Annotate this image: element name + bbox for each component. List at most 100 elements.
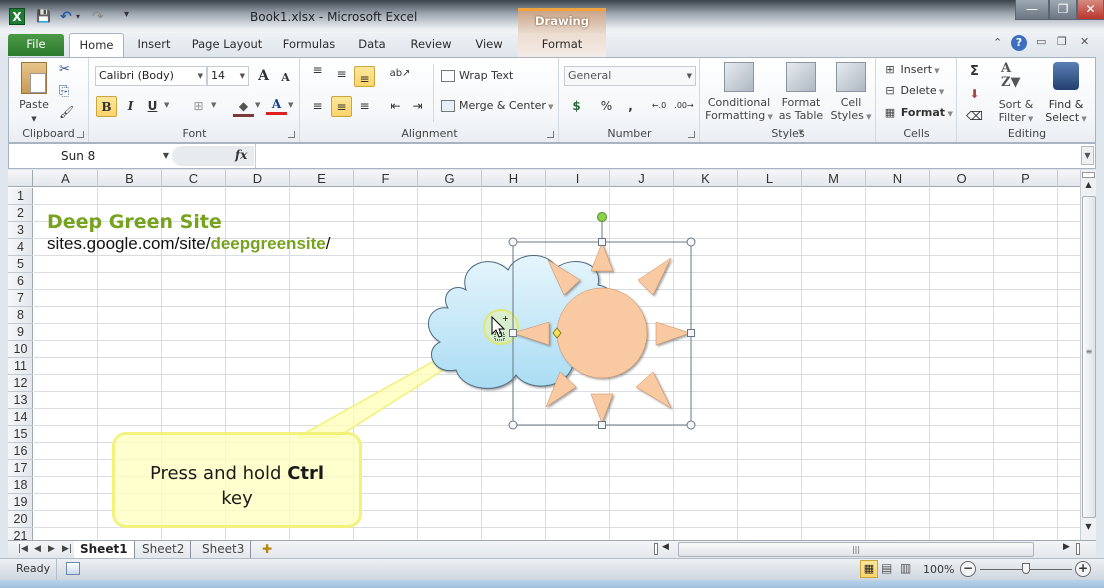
name-box[interactable]: Sun 8 ▼ xyxy=(9,144,169,168)
top-align-button[interactable]: ≡ xyxy=(307,64,328,85)
scroll-right-arrow[interactable]: ▶ xyxy=(1063,542,1070,552)
zoom-slider-thumb[interactable] xyxy=(1022,563,1030,574)
rotation-handle[interactable] xyxy=(597,212,607,222)
underline-button[interactable]: U xyxy=(142,96,163,117)
borders-button[interactable]: ⊞ xyxy=(188,96,209,117)
resize-handle-w[interactable] xyxy=(509,329,517,337)
tab-review[interactable]: Review xyxy=(404,33,458,57)
scroll-down-arrow[interactable]: ▼ xyxy=(1082,522,1095,536)
resize-handle-nw[interactable] xyxy=(508,237,518,247)
font-color-button[interactable]: A xyxy=(266,94,287,115)
align-center-button[interactable]: ≡ xyxy=(331,96,352,117)
wrap-text-button[interactable]: Wrap Text xyxy=(441,69,513,82)
sheet-tab-sheet2[interactable]: Sheet2 xyxy=(136,541,192,558)
workbook-minimize-icon[interactable]: ▭ xyxy=(1036,35,1046,48)
vertical-scrollbar[interactable]: ▲ ≡ ▼ xyxy=(1080,170,1096,540)
middle-align-button[interactable]: ≡ xyxy=(331,64,352,85)
merge-center-button[interactable]: Merge & Center ▼ xyxy=(441,99,554,112)
font-name-select[interactable]: Calibri (Body) ▼ xyxy=(95,66,207,86)
insert-function-icon[interactable]: fx xyxy=(235,148,247,162)
paste-button[interactable]: Paste ▼ xyxy=(13,62,55,126)
tab-data[interactable]: Data xyxy=(352,33,392,57)
split-box[interactable] xyxy=(1082,172,1095,178)
cut-icon[interactable]: ✂ xyxy=(59,62,70,77)
format-cells-button[interactable]: ▦ Format ▼ xyxy=(883,106,953,119)
page-break-view-button[interactable]: ▥ xyxy=(900,561,911,575)
minimize-ribbon-icon[interactable]: ⌃ xyxy=(993,36,1002,49)
restore-button[interactable]: ❐ xyxy=(1049,0,1077,20)
undo-icon[interactable]: ↶ xyxy=(60,9,72,25)
formula-input[interactable] xyxy=(255,144,1083,168)
resize-handle-s[interactable] xyxy=(598,421,606,429)
decrease-decimal-button[interactable]: .00→ xyxy=(672,96,696,117)
save-icon[interactable]: 💾 xyxy=(36,9,51,25)
insert-sheet-button[interactable]: ✚ xyxy=(256,541,278,558)
expand-formula-bar-button[interactable]: ▼ xyxy=(1081,146,1094,165)
redo-icon[interactable]: ↷ xyxy=(92,9,104,25)
resize-handle-se[interactable] xyxy=(686,420,696,430)
number-format-select[interactable]: General ▼ xyxy=(564,66,696,86)
font-launcher-icon[interactable] xyxy=(288,131,295,138)
insert-cells-button[interactable]: ⊞ Insert ▼ xyxy=(883,63,939,76)
increase-decimal-button[interactable]: ←.0 xyxy=(648,96,670,117)
page-layout-view-button[interactable]: ▤ xyxy=(881,561,892,575)
tab-home[interactable]: Home xyxy=(69,33,124,58)
percent-style-button[interactable]: % xyxy=(596,96,617,117)
shrink-font-button[interactable]: A xyxy=(275,68,296,89)
align-left-button[interactable]: ≡ xyxy=(307,96,328,117)
sheet-tab-sheet1[interactable]: Sheet1 xyxy=(74,541,135,558)
grow-font-button[interactable]: A xyxy=(253,66,274,87)
resize-handle-n[interactable] xyxy=(598,238,606,246)
accounting-format-button[interactable]: $ xyxy=(566,96,587,117)
zoom-out-button[interactable]: − xyxy=(960,561,976,577)
hsplit-box[interactable] xyxy=(1076,543,1080,555)
format-painter-icon[interactable]: 🖌 xyxy=(59,105,74,119)
tab-format[interactable]: Format xyxy=(518,33,606,57)
normal-view-button[interactable]: ▦ xyxy=(860,560,878,578)
conditional-formatting-button[interactable]: Conditional Formatting ▼ xyxy=(705,62,773,124)
fill-button[interactable]: ⬇ xyxy=(964,84,985,105)
excel-logo-icon[interactable]: X xyxy=(9,8,25,25)
bottom-align-button[interactable]: ≡ xyxy=(354,66,375,87)
orientation-button[interactable]: ab↗ xyxy=(385,64,415,85)
macro-record-icon[interactable] xyxy=(66,562,80,575)
scroll-left-arrow[interactable]: ◀ xyxy=(662,542,669,552)
zoom-in-button[interactable]: + xyxy=(1075,561,1091,577)
resize-handle-ne[interactable] xyxy=(686,237,696,247)
tab-insert[interactable]: Insert xyxy=(132,33,176,57)
vertical-scroll-thumb[interactable]: ≡ xyxy=(1082,196,1096,518)
increase-indent-button[interactable]: ⇥ xyxy=(407,96,428,117)
number-launcher-icon[interactable] xyxy=(688,131,695,138)
align-right-button[interactable]: ≡ xyxy=(354,96,375,117)
close-button[interactable]: ✕ xyxy=(1077,0,1104,20)
tab-formulas[interactable]: Formulas xyxy=(278,33,340,57)
decrease-indent-button[interactable]: ⇤ xyxy=(385,96,406,117)
clipboard-launcher-icon[interactable] xyxy=(77,131,84,138)
resize-handle-sw[interactable] xyxy=(508,420,518,430)
workbook-restore-icon[interactable]: ❐ xyxy=(1057,35,1067,48)
scroll-up-arrow[interactable]: ▲ xyxy=(1082,180,1095,194)
minimize-button[interactable]: — xyxy=(1015,0,1049,20)
horizontal-scroll-thumb[interactable]: ||| xyxy=(678,542,1034,557)
tab-file[interactable]: File xyxy=(8,34,64,56)
tab-view[interactable]: View xyxy=(470,33,508,57)
help-icon[interactable]: ? xyxy=(1011,35,1027,51)
callout-box[interactable]: Press and hold Ctrl key xyxy=(112,432,362,528)
alignment-launcher-icon[interactable] xyxy=(547,131,554,138)
copy-icon[interactable]: ⎘ xyxy=(59,84,69,99)
italic-button[interactable]: I xyxy=(120,96,141,117)
tab-split-handle[interactable] xyxy=(654,543,658,555)
comma-style-button[interactable]: , xyxy=(620,96,641,117)
sheet-tab-sheet3[interactable]: Sheet3 xyxy=(196,541,252,558)
tab-page-layout[interactable]: Page Layout xyxy=(188,33,266,57)
workbook-close-icon[interactable]: ✕ xyxy=(1080,35,1089,48)
customize-qat-icon[interactable]: ▾ xyxy=(124,9,129,25)
fill-color-button[interactable]: ◆ xyxy=(233,96,254,117)
bold-button[interactable]: B xyxy=(96,96,117,117)
autosum-button[interactable]: Σ xyxy=(964,62,985,83)
sort-filter-button[interactable]: A Z▼ Sort & Filter ▼ xyxy=(992,62,1040,126)
font-size-select[interactable]: 14 ▼ xyxy=(207,66,249,86)
find-select-button[interactable]: Find & Select ▼ xyxy=(1042,62,1090,126)
zoom-level[interactable]: 100% xyxy=(923,563,954,576)
undo-dropdown-icon[interactable]: ▾ xyxy=(76,12,80,28)
